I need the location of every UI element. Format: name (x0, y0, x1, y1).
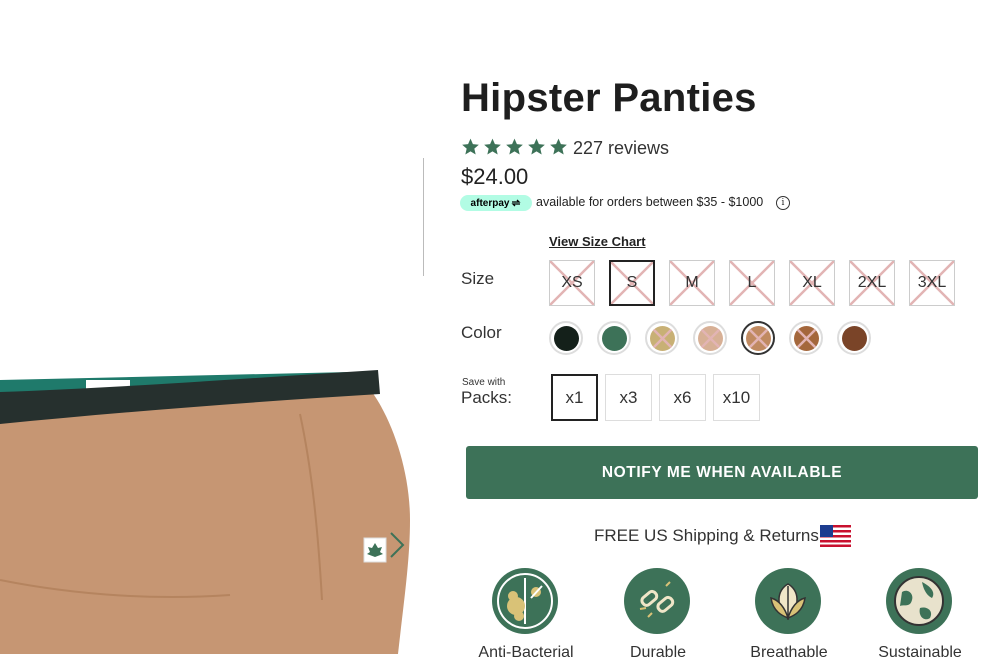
star-icon (506, 138, 523, 155)
color-swatch-fill (649, 325, 675, 351)
packs-label: Packs: (461, 388, 513, 407)
unavailable-cross-icon (649, 325, 675, 351)
color-swatch-khaki[interactable] (645, 321, 679, 355)
info-icon[interactable]: i (776, 196, 790, 210)
color-label: Color (461, 323, 502, 342)
size-option-label: XL (802, 274, 822, 291)
pack-option-x6[interactable]: x6 (659, 374, 706, 421)
star-icon (528, 138, 545, 155)
feature-label: Anti-Bacterial (478, 644, 574, 661)
unavailable-cross-icon (793, 325, 819, 351)
shipping-text: FREE US Shipping & Returns (594, 526, 819, 545)
size-chart-link[interactable]: View Size Chart (549, 234, 646, 249)
pack-option-x1[interactable]: x1 (551, 374, 598, 421)
reviews-link[interactable]: 227 reviews (573, 138, 669, 159)
feature-label: Sustainable (878, 644, 962, 661)
size-option-label: 3XL (917, 274, 947, 291)
unavailable-cross-icon (697, 325, 723, 351)
color-swatch-tan[interactable] (741, 321, 775, 355)
product-price: $24.00 (461, 164, 529, 189)
color-swatch-fill (745, 325, 771, 351)
color-swatch-fill (601, 325, 627, 351)
packs-save-label: Save with (462, 377, 506, 388)
color-swatch-fill (697, 325, 723, 351)
star-icon (484, 138, 501, 155)
size-option-xs[interactable]: XS (549, 260, 595, 306)
size-option-3xl[interactable]: 3XL (909, 260, 955, 306)
earth-icon (886, 568, 952, 634)
star-icon (550, 138, 567, 155)
afterpay-info-text: available for orders between $35 - $1000 (536, 195, 764, 209)
rating-stars[interactable] (460, 137, 569, 157)
size-option-s[interactable]: S (609, 260, 655, 306)
size-option-2xl[interactable]: 2XL (849, 260, 895, 306)
feature-label: Breathable (750, 644, 828, 661)
us-flag-icon (820, 525, 851, 547)
product-image (0, 0, 420, 654)
chain-link-icon (624, 568, 690, 634)
afterpay-arrows-icon (511, 199, 522, 207)
size-label: Size (461, 269, 495, 288)
color-swatch-brown[interactable] (837, 321, 871, 355)
size-option-label: L (747, 274, 757, 291)
color-swatch-nude[interactable] (693, 321, 727, 355)
unavailable-cross-icon (745, 325, 771, 351)
pack-option-x10[interactable]: x10 (713, 374, 760, 421)
afterpay-logo: afterpay (460, 195, 532, 211)
size-option-label: M (685, 274, 699, 291)
bacteria-icon (492, 568, 558, 634)
color-swatch-black[interactable] (549, 321, 583, 355)
color-swatch-green[interactable] (597, 321, 631, 355)
gallery-divider (423, 158, 424, 276)
color-swatch-fill (793, 325, 819, 351)
afterpay-logo-text: afterpay (470, 197, 510, 209)
size-option-xl[interactable]: XL (789, 260, 835, 306)
size-option-m[interactable]: M (669, 260, 715, 306)
star-icon (462, 138, 479, 155)
feature-label: Durable (629, 644, 687, 661)
color-swatch-fill (841, 325, 867, 351)
color-swatch-fill (553, 325, 579, 351)
product-title: Hipster Panties (461, 76, 757, 120)
size-option-label: XS (561, 274, 583, 291)
size-option-label: 2XL (857, 274, 887, 291)
next-image-arrow-icon[interactable] (386, 530, 408, 560)
color-swatch-caramel[interactable] (789, 321, 823, 355)
pack-option-x3[interactable]: x3 (605, 374, 652, 421)
size-option-l[interactable]: L (729, 260, 775, 306)
size-option-label: S (626, 274, 638, 291)
notify-me-button[interactable]: NOTIFY ME WHEN AVAILABLE (466, 446, 978, 499)
leaf-icon (755, 568, 821, 634)
